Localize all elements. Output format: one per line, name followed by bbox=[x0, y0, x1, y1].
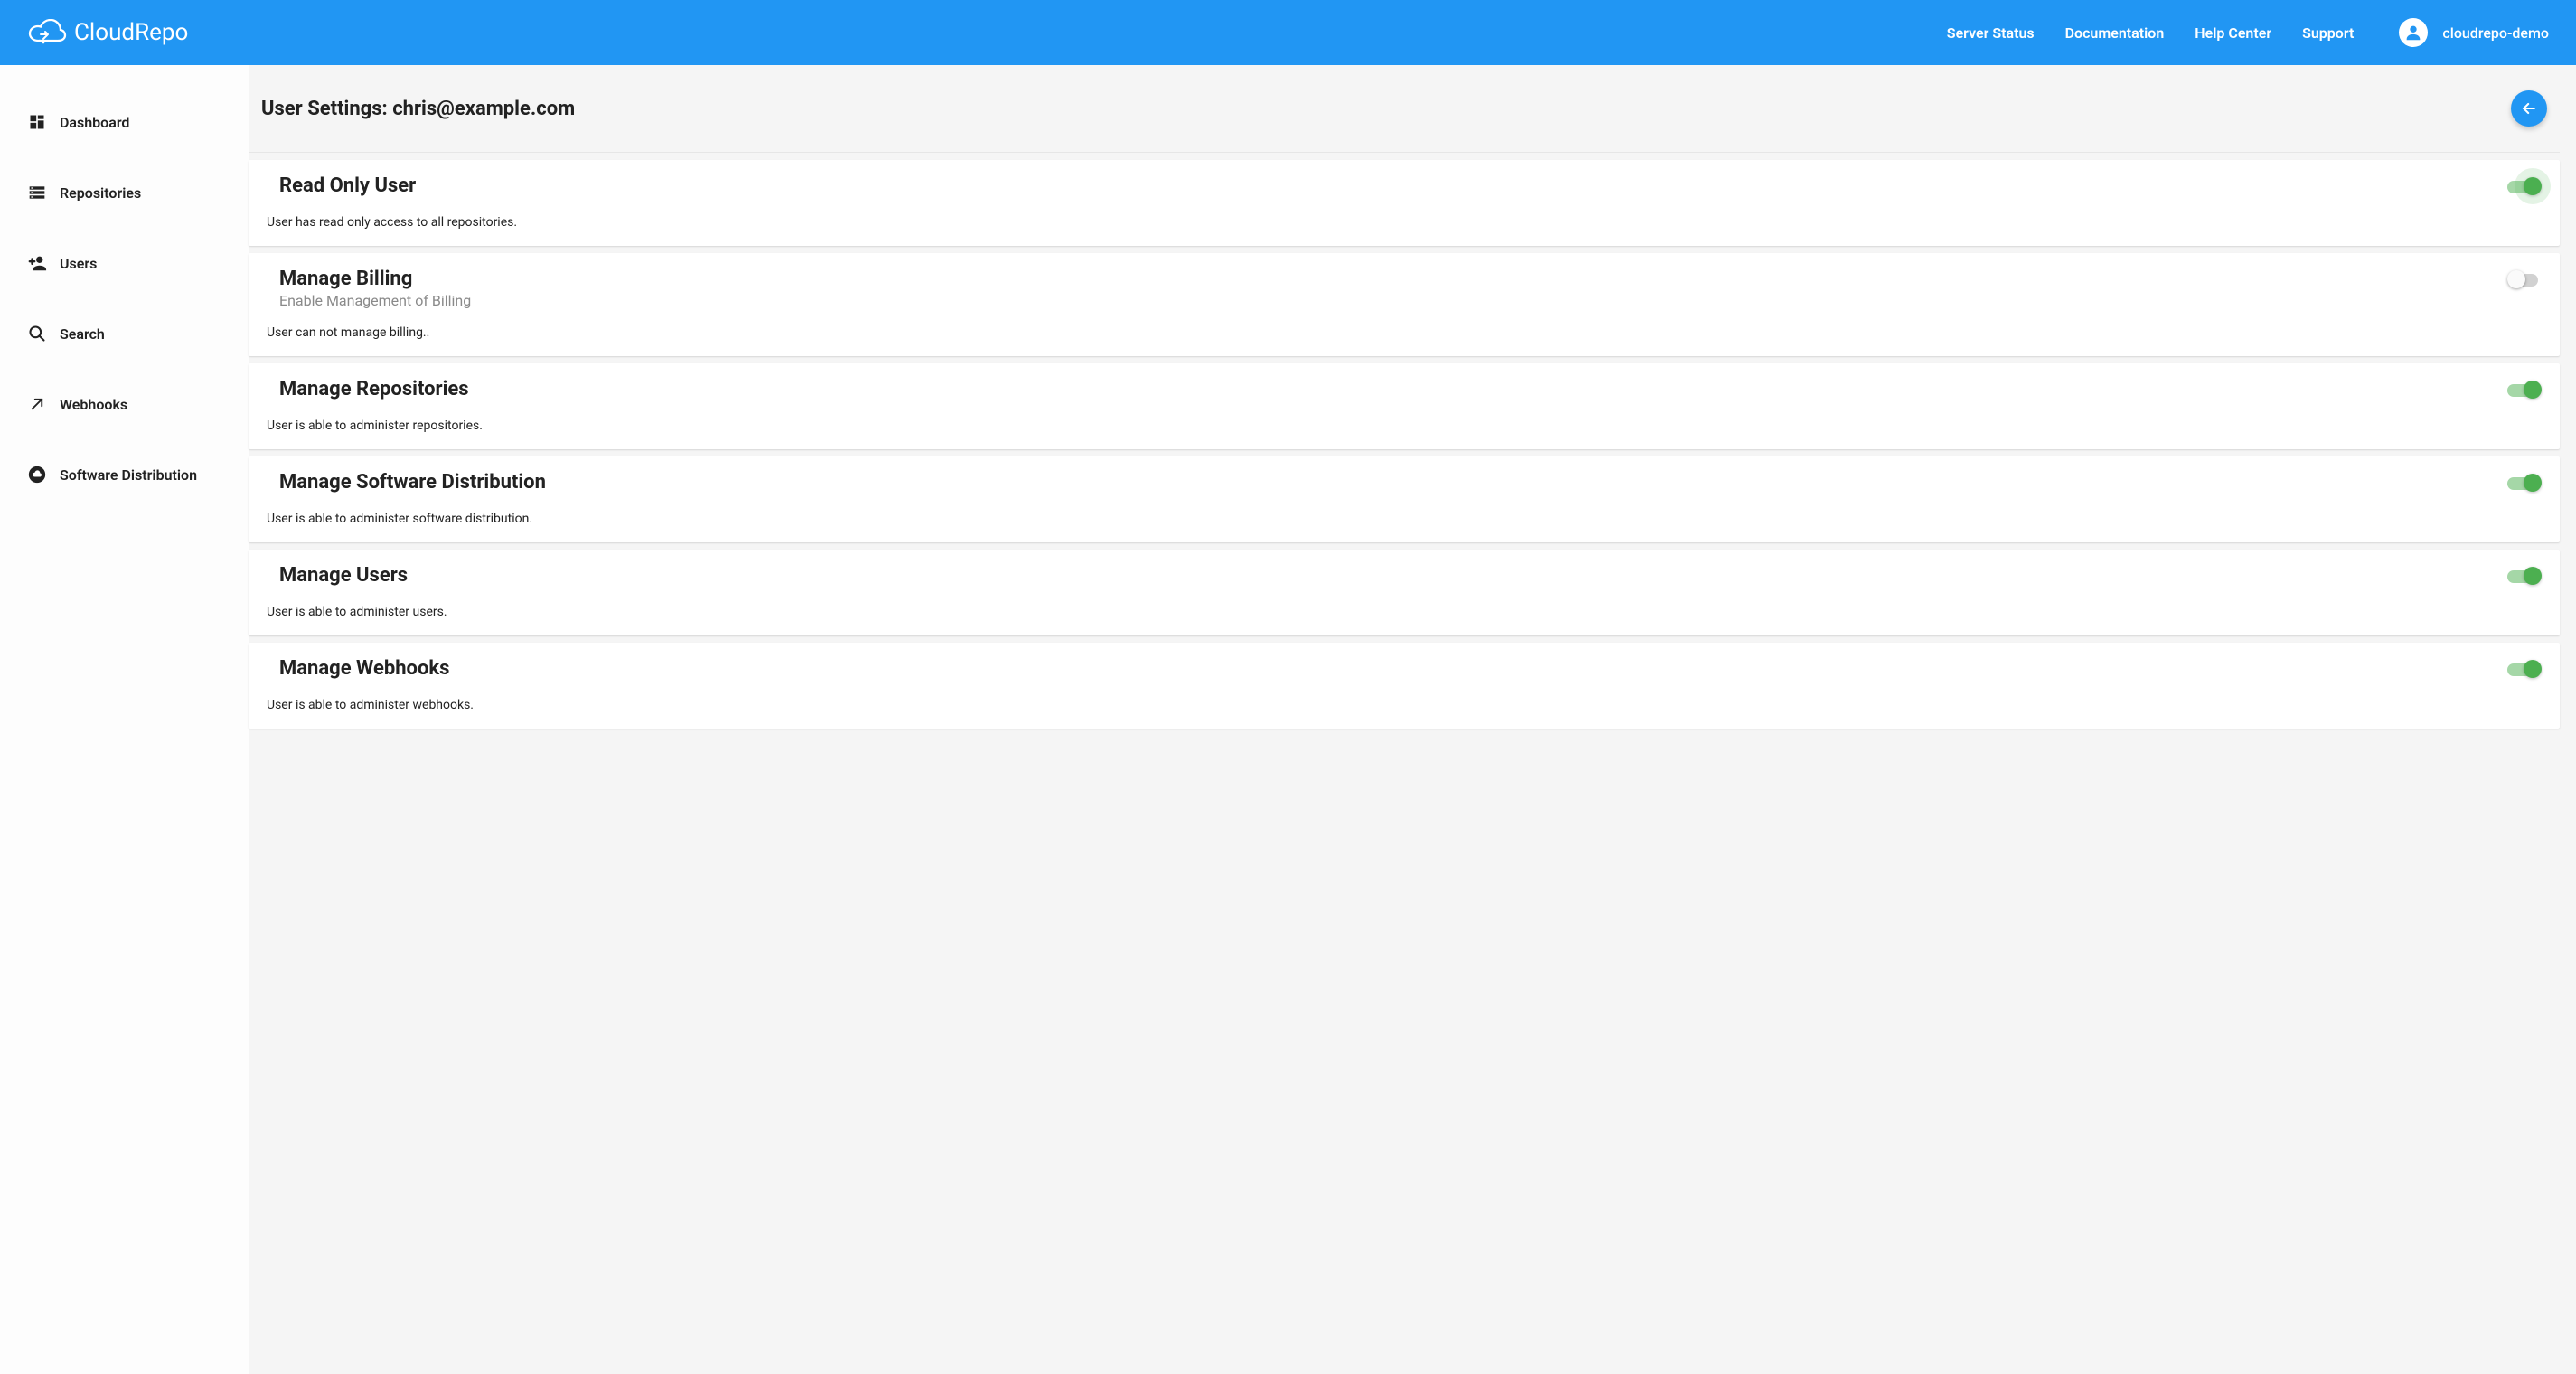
settings-card-description: User can not manage billing.. bbox=[267, 325, 2542, 340]
settings-card: Read Only User User has read only access … bbox=[249, 160, 2560, 246]
arrow-outward-icon bbox=[27, 394, 47, 414]
toggle-switch[interactable] bbox=[2507, 269, 2542, 289]
settings-card: Manage Webhooks User is able to administe… bbox=[249, 643, 2560, 729]
nav-help-center[interactable]: Help Center bbox=[2195, 24, 2271, 42]
toggle-switch[interactable] bbox=[2507, 566, 2542, 586]
toggle-switch[interactable] bbox=[2507, 473, 2542, 493]
sidebar-item-label: Search bbox=[60, 325, 105, 343]
settings-card-description: User is able to administer repositories. bbox=[267, 419, 2542, 433]
nav-server-status[interactable]: Server Status bbox=[1947, 24, 2035, 42]
settings-card-description: User is able to administer webhooks. bbox=[267, 698, 2542, 712]
storage-icon bbox=[27, 183, 47, 202]
cloud-circle-icon bbox=[27, 465, 47, 485]
app-header: CloudRepo Server Status Documentation He… bbox=[0, 0, 2576, 65]
settings-card: Manage Users User is able to administer u… bbox=[249, 550, 2560, 635]
sidebar-item-label: Users bbox=[60, 255, 97, 272]
settings-card-description: User is able to administer users. bbox=[267, 605, 2542, 619]
settings-card-title: Manage Billing bbox=[279, 268, 2507, 290]
settings-card-title: Manage Webhooks bbox=[279, 657, 2507, 680]
settings-card-title: Manage Software Distribution bbox=[279, 471, 2507, 494]
sidebar-item-webhooks[interactable]: Webhooks bbox=[0, 383, 249, 425]
sidebar-item-label: Webhooks bbox=[60, 396, 127, 413]
back-button[interactable] bbox=[2511, 90, 2547, 127]
settings-card: Manage Billing Enable Management of Billi… bbox=[249, 253, 2560, 356]
avatar-icon bbox=[2399, 18, 2428, 47]
nav-support[interactable]: Support bbox=[2302, 24, 2354, 42]
arrow-left-icon bbox=[2520, 99, 2538, 118]
toggle-switch[interactable] bbox=[2507, 176, 2542, 196]
sidebar-item-repositories[interactable]: Repositories bbox=[0, 172, 249, 213]
header-nav: Server Status Documentation Help Center … bbox=[1947, 24, 2355, 42]
sidebar-item-software-distribution[interactable]: Software Distribution bbox=[0, 454, 249, 495]
sidebar-item-dashboard[interactable]: Dashboard bbox=[0, 101, 249, 143]
search-icon bbox=[27, 324, 47, 344]
main-content: User Settings: chris@example.com Read On… bbox=[249, 65, 2576, 1374]
settings-card: Manage Software Distribution User is able… bbox=[249, 456, 2560, 542]
sidebar-item-users[interactable]: Users bbox=[0, 242, 249, 284]
nav-documentation[interactable]: Documentation bbox=[2065, 24, 2165, 42]
user-menu[interactable]: cloudrepo-demo bbox=[2399, 18, 2549, 47]
settings-card: Manage Repositories User is able to admin… bbox=[249, 363, 2560, 449]
add-user-icon bbox=[27, 253, 47, 273]
toggle-switch[interactable] bbox=[2507, 659, 2542, 679]
sidebar-item-label: Dashboard bbox=[60, 114, 129, 131]
settings-card-subtitle: Enable Management of Billing bbox=[279, 292, 2507, 309]
sidebar-item-label: Software Distribution bbox=[60, 466, 197, 484]
dashboard-icon bbox=[27, 112, 47, 132]
cloud-icon bbox=[27, 19, 67, 46]
brand-logo[interactable]: CloudRepo bbox=[27, 19, 188, 46]
settings-card-title: Read Only User bbox=[279, 174, 2507, 197]
settings-card-title: Manage Repositories bbox=[279, 378, 2507, 400]
settings-card-description: User has read only access to all reposit… bbox=[267, 215, 2542, 230]
settings-card-title: Manage Users bbox=[279, 564, 2507, 587]
sidebar-item-search[interactable]: Search bbox=[0, 313, 249, 354]
page-title: User Settings: chris@example.com bbox=[261, 98, 575, 120]
sidebar-item-label: Repositories bbox=[60, 184, 141, 202]
page-header: User Settings: chris@example.com bbox=[249, 65, 2560, 153]
toggle-switch[interactable] bbox=[2507, 380, 2542, 400]
settings-card-description: User is able to administer software dist… bbox=[267, 512, 2542, 526]
brand-name: CloudRepo bbox=[74, 19, 188, 46]
sidebar: Dashboard Repositories Users Search Webh… bbox=[0, 65, 249, 1374]
username-label: cloudrepo-demo bbox=[2442, 24, 2549, 42]
